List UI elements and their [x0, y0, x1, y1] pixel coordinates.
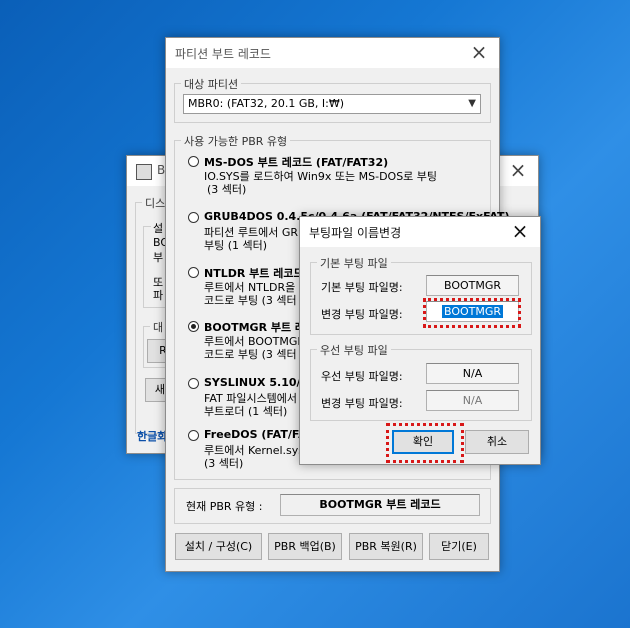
basic-change-input[interactable]: BOOTMGR — [426, 301, 519, 322]
basic-name-field: BOOTMGR — [426, 275, 519, 296]
radio-ntldr-label: NTLDR 부트 레코드 — [204, 267, 304, 280]
radio-syslinux-desc-1: FAT 파일시스템에서 — [204, 392, 298, 405]
pbr-titlebar: 파티션 부트 레코드 × — [166, 38, 499, 68]
radio-circle — [188, 156, 199, 167]
chevron-down-icon: ▼ — [468, 98, 476, 109]
basic-change-label: 변경 부팅 파일명: — [321, 308, 403, 321]
app-icon — [136, 164, 152, 180]
back-target-group-label: 대 — [150, 319, 167, 335]
backup-button[interactable]: PBR 백업(B) — [268, 533, 342, 560]
back-window-title: B — [157, 163, 166, 177]
radio-circle-selected — [188, 321, 199, 332]
radio-circle — [188, 378, 199, 389]
rename-dialog-close-icon[interactable]: × — [500, 217, 540, 247]
back-text-3: 부 — [153, 251, 164, 264]
current-pbr-label: 현재 PBR 유형 : — [186, 500, 263, 513]
priority-change-input: N/A — [426, 390, 519, 411]
back-translation-link[interactable]: 한글화 — [137, 428, 167, 444]
radio-freedos-desc-1: 루트에서 Kernel.sys — [204, 444, 305, 457]
basic-name-label: 기본 부팅 파일명: — [321, 281, 403, 294]
basic-boot-group-label: 기본 부팅 파일 — [317, 255, 391, 271]
radio-freedos-desc-2: (3 섹터) — [204, 457, 244, 470]
radio-circle — [188, 430, 199, 441]
back-window-close-icon[interactable]: × — [498, 156, 538, 186]
pbr-close-icon[interactable]: × — [459, 38, 499, 68]
priority-name-label: 우선 부팅 파일명: — [321, 370, 403, 383]
rename-dialog: 부팅파일 이름변경 × 기본 부팅 파일 기본 부팅 파일명: BOOTMGR … — [299, 216, 541, 465]
radio-syslinux-desc-2: 부트로더 (1 섹터) — [204, 405, 288, 418]
basic-boot-group: 기본 부팅 파일 — [310, 255, 532, 335]
radio-ntldr-desc-2: 코드로 부팅 (3 섹터 — [204, 294, 297, 307]
rename-dialog-title: 부팅파일 이름변경 — [309, 226, 402, 240]
pbr-type-label: 사용 가능한 PBR 유형 — [181, 133, 291, 149]
basic-change-value: BOOTMGR — [441, 305, 504, 318]
priority-change-label: 변경 부팅 파일명: — [321, 397, 403, 410]
radio-msdos-desc-2: (3 섹터) — [207, 183, 247, 196]
priority-boot-group-label: 우선 부팅 파일 — [317, 342, 391, 358]
pbr-window-title: 파티션 부트 레코드 — [175, 47, 271, 61]
close-button[interactable]: 닫기(E) — [429, 533, 489, 560]
radio-msdos-label: MS-DOS 부트 레코드 (FAT/FAT32) — [204, 156, 389, 169]
radio-msdos-desc-1: IO.SYS를 로드하여 Win9x 또는 MS-DOS로 부팅 — [204, 170, 438, 183]
partition-select[interactable]: MBR0: (FAT32, 20.1 GB, I:₩) ▼ — [183, 94, 481, 114]
back-text-1: 설 — [151, 220, 166, 236]
restore-button[interactable]: PBR 복원(R) — [349, 533, 423, 560]
priority-name-field: N/A — [426, 363, 519, 384]
radio-grub4dos-desc-1: 파티션 루트에서 GR — [204, 226, 298, 239]
radio-ntldr-desc-1: 루트에서 NTLDR을 - — [204, 281, 303, 294]
current-pbr-value: BOOTMGR 부트 레코드 — [280, 494, 480, 516]
radio-circle — [188, 267, 199, 278]
radio-circle — [188, 212, 199, 223]
cancel-button[interactable]: 취소 — [465, 430, 529, 454]
back-text-5: 파 — [153, 289, 164, 302]
ok-button[interactable]: 확인 — [392, 430, 454, 454]
radio-bootmgr-desc-1: 루트에서 BOOTMGR — [204, 335, 306, 348]
install-button[interactable]: 설치 / 구성(C) — [175, 533, 262, 560]
radio-grub4dos-desc-2: 부팅 (1 섹터) — [204, 239, 268, 252]
rename-dialog-titlebar: 부팅파일 이름변경 × — [300, 217, 540, 247]
target-partition-label: 대상 파티션 — [181, 76, 242, 92]
partition-select-value: MBR0: (FAT32, 20.1 GB, I:₩) — [188, 97, 345, 110]
radio-bootmgr-desc-2: 코드로 부팅 (3 섹터 — [204, 348, 297, 361]
